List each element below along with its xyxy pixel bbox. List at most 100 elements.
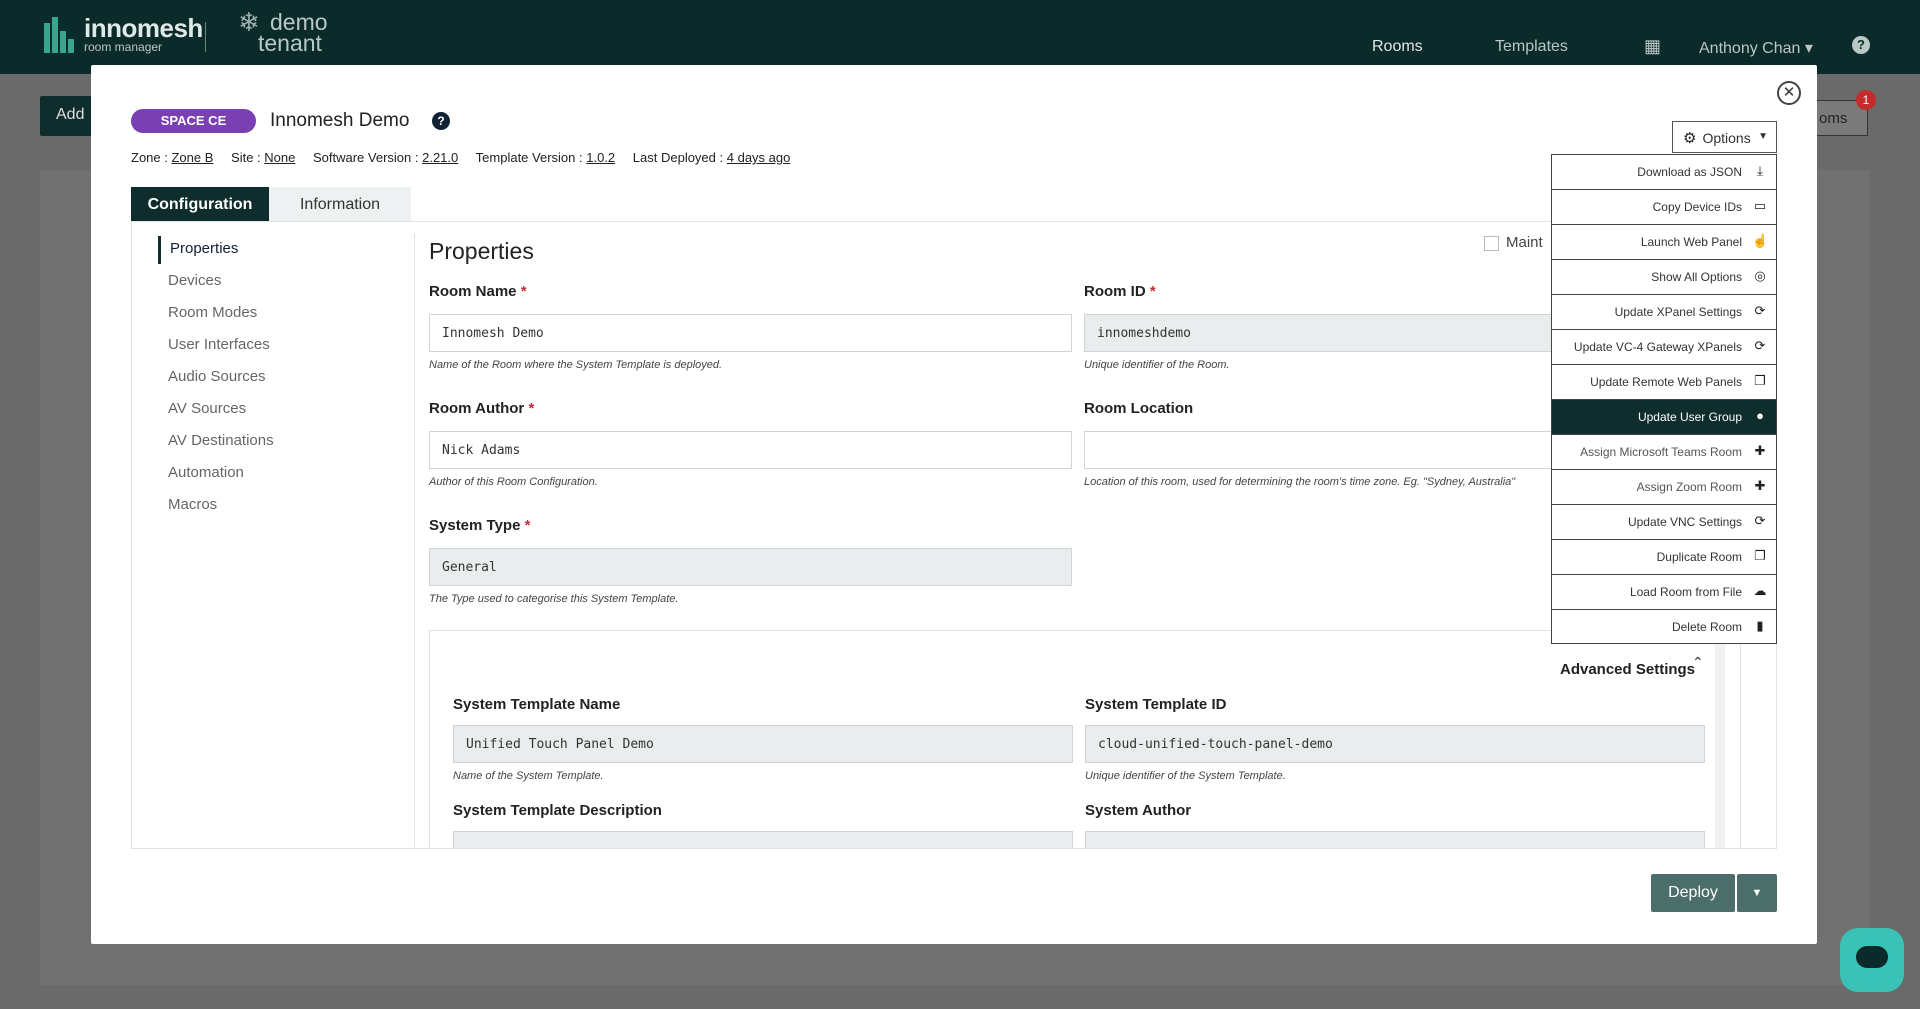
system-type-input[interactable]: General	[429, 548, 1072, 586]
sidebar-item-devices[interactable]: Devices	[168, 272, 221, 289]
system-author-input[interactable]	[1085, 831, 1705, 848]
menu-item-update-vc-4-gateway-xpanels[interactable]: Update VC-4 Gateway XPanels ⟳	[1552, 330, 1776, 365]
template-description-input[interactable]	[453, 831, 1073, 848]
deploy-options-caret-icon[interactable]: ▼	[1737, 874, 1777, 912]
zone-label: Zone :	[131, 150, 168, 165]
room-author-label: Room Author *	[429, 400, 535, 417]
chat-widget-icon[interactable]	[1840, 928, 1904, 992]
software-label: Software Version :	[312, 150, 419, 165]
room-help-icon[interactable]: ?	[432, 112, 450, 130]
monitor-icon: ▭	[1753, 198, 1767, 213]
template-id-input[interactable]: cloud-unified-touch-panel-demo	[1085, 725, 1705, 763]
menu-item-download-as-json[interactable]: Download as JSON ⤓	[1552, 155, 1776, 190]
options-button[interactable]: ⚙ Options ▼	[1672, 121, 1777, 153]
menu-item-show-all-options[interactable]: Show All Options ◎	[1552, 260, 1776, 295]
deployed-label: Last Deployed :	[632, 150, 724, 165]
room-id-hint: Unique identifier of the Room.	[1084, 359, 1230, 371]
menu-item-copy-device-ids[interactable]: Copy Device IDs ▭	[1552, 190, 1776, 225]
nav-rooms[interactable]: Rooms	[1372, 38, 1423, 56]
template-description-label: System Template Description	[453, 802, 662, 819]
download-icon: ⤓	[1757, 163, 1763, 178]
innomesh-logo[interactable]: innomesh room manager	[44, 13, 203, 54]
room-location-hint: Location of this room, used for determin…	[1084, 476, 1516, 488]
menu-item-update-remote-web-panels[interactable]: Update Remote Web Panels ❐	[1552, 365, 1776, 400]
system-type-label-text: System Type	[429, 517, 521, 534]
maintenance-label: Maint	[1506, 234, 1543, 251]
menu-item-update-user-group[interactable]: Update User Group ●	[1552, 400, 1776, 435]
room-name-hint: Name of the Room where the System Templa…	[429, 359, 723, 371]
menu-item-assign-microsoft-teams-room[interactable]: Assign Microsoft Teams Room ✚	[1552, 435, 1776, 470]
menu-item-label: Duplicate Room	[1656, 550, 1742, 564]
maintenance-checkbox[interactable]	[1484, 236, 1499, 251]
options-menu: Download as JSON ⤓ Copy Device IDs ▭ Launch …	[1551, 154, 1777, 644]
template-name-hint: Name of the System Template.	[453, 770, 604, 782]
room-author-input[interactable]: Nick Adams	[429, 431, 1072, 469]
tab-information[interactable]: Information	[269, 187, 411, 222]
menu-item-delete-room[interactable]: Delete Room ▮	[1552, 610, 1776, 645]
menu-item-label: Update User Group	[1637, 410, 1742, 424]
close-icon[interactable]: ✕	[1777, 81, 1801, 105]
menu-item-label: Delete Room	[1671, 620, 1742, 634]
help-icon[interactable]: ?	[1852, 36, 1870, 54]
menu-item-assign-zoom-room[interactable]: Assign Zoom Room ✚	[1552, 470, 1776, 505]
brand-name: innomesh	[84, 13, 203, 43]
menu-item-label: Assign Microsoft Teams Room	[1580, 445, 1742, 459]
system-type-hint: The Type used to categorise this System …	[429, 593, 679, 605]
menu-item-load-room-from-file[interactable]: Load Room from File ☁	[1552, 575, 1776, 610]
advanced-settings-title[interactable]: Advanced Settings	[1560, 661, 1695, 678]
menu-item-label: Update Remote Web Panels	[1590, 375, 1742, 389]
nav-separator	[205, 22, 206, 52]
menu-item-duplicate-room[interactable]: Duplicate Room ❐	[1552, 540, 1776, 575]
template-name-input[interactable]: Unified Touch Panel Demo	[453, 725, 1073, 763]
menu-item-label: Update VNC Settings	[1627, 515, 1742, 529]
tenant-logo: ❄ demo tenant	[238, 9, 328, 55]
room-id-input[interactable]: innomeshdemo	[1084, 314, 1584, 352]
configuration-panel: Properties Devices Room Modes User Inter…	[131, 221, 1777, 849]
config-sidebar: Properties Devices Room Modes User Inter…	[132, 222, 415, 848]
template-version-link[interactable]: 1.0.2	[586, 150, 615, 165]
software-version-link[interactable]: 2.21.0	[422, 150, 458, 165]
user-icon: ●	[1756, 408, 1764, 423]
menu-item-label: Show All Options	[1651, 270, 1742, 284]
template-name-label: System Template Name	[453, 696, 621, 713]
room-id-label: Room ID *	[1084, 283, 1156, 300]
zone-link[interactable]: Zone B	[171, 150, 213, 165]
deploy-button[interactable]: Deploy	[1651, 874, 1735, 912]
sidebar-item-av-sources[interactable]: AV Sources	[168, 400, 246, 417]
menu-item-launch-web-panel[interactable]: Launch Web Panel ☝	[1552, 225, 1776, 260]
space-badge: SPACE CE	[131, 109, 256, 133]
site-label: Site :	[231, 150, 261, 165]
gear-icon: ⚙	[1683, 130, 1697, 147]
active-indicator	[158, 236, 161, 264]
scrollbar[interactable]	[1715, 641, 1725, 848]
sidebar-item-macros[interactable]: Macros	[168, 496, 217, 513]
apps-grid-icon[interactable]: ▦	[1644, 36, 1661, 57]
room-name-input[interactable]: Innomesh Demo	[429, 314, 1072, 352]
sidebar-item-av-destinations[interactable]: AV Destinations	[168, 432, 274, 449]
sync-icon: ⟳	[1754, 303, 1766, 318]
site-link[interactable]: None	[264, 150, 295, 165]
cloud-upload-icon: ☁	[1753, 583, 1767, 598]
sidebar-item-room-modes[interactable]: Room Modes	[168, 304, 257, 321]
menu-item-label: Launch Web Panel	[1640, 235, 1742, 249]
room-location-input[interactable]	[1084, 431, 1584, 469]
chevron-up-icon[interactable]: ⌃	[1692, 654, 1704, 671]
menu-item-update-xpanel-settings[interactable]: Update XPanel Settings ⟳	[1552, 295, 1776, 330]
user-menu[interactable]: Anthony Chan ▾	[1699, 38, 1813, 58]
template-id-hint: Unique identifier of the System Template…	[1085, 770, 1286, 782]
page-title: Properties	[429, 238, 534, 264]
sidebar-item-user-interfaces[interactable]: User Interfaces	[168, 336, 270, 353]
menu-item-label: Load Room from File	[1629, 585, 1742, 599]
user-plus-icon: ✚	[1754, 478, 1766, 493]
sidebar-item-automation[interactable]: Automation	[168, 464, 244, 481]
trash-icon: ▮	[1756, 618, 1764, 633]
nav-templates[interactable]: Templates	[1495, 38, 1568, 56]
tab-configuration[interactable]: Configuration	[131, 187, 269, 222]
room-id-label-text: Room ID	[1084, 283, 1146, 300]
sidebar-item-audio-sources[interactable]: Audio Sources	[168, 368, 266, 385]
last-deployed-link[interactable]: 4 days ago	[727, 150, 791, 165]
sidebar-item-properties[interactable]: Properties	[170, 240, 238, 257]
room-location-label: Room Location	[1084, 400, 1194, 417]
menu-item-label: Update XPanel Settings	[1614, 305, 1742, 319]
menu-item-update-vnc-settings[interactable]: Update VNC Settings ⟳	[1552, 505, 1776, 540]
